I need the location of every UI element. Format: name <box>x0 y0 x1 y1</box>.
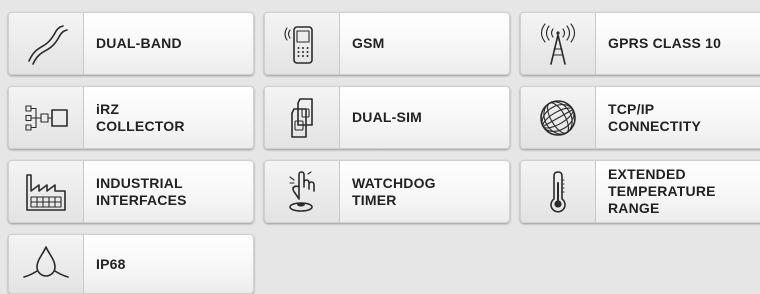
feature-card-dual-band: DUAL-BAND <box>8 12 254 75</box>
water-drop-icon <box>9 235 84 293</box>
feature-label: iRZ COLLECTOR <box>96 100 185 134</box>
feature-label: EXTENDED TEMPERATURE RANGE <box>608 166 716 216</box>
dual-band-curve-icon <box>9 13 84 74</box>
antenna-tower-icon <box>521 13 596 74</box>
feature-label: INDUSTRIAL INTERFACES <box>96 174 187 208</box>
feature-label: WATCHDOG TIMER <box>352 174 436 208</box>
collector-network-icon <box>9 87 84 148</box>
feature-label: TCP/IP CONNECTITY <box>608 100 701 134</box>
feature-label: GPRS CLASS 10 <box>608 35 722 51</box>
feature-card-industrial-interfaces: INDUSTRIAL INTERFACES <box>8 160 254 223</box>
pressing-finger-icon <box>265 161 340 222</box>
feature-label: IP68 <box>96 255 126 272</box>
feature-card-tcp-ip: TCP/IP CONNECTITY <box>520 86 760 149</box>
feature-card-gprs: GPRS CLASS 10 <box>520 12 760 75</box>
feature-card-extended-temperature: EXTENDED TEMPERATURE RANGE <box>520 160 760 223</box>
thermometer-icon <box>521 161 596 222</box>
feature-card-irz-collector: iRZ COLLECTOR <box>8 86 254 149</box>
factory-icon <box>9 161 84 222</box>
feature-grid: DUAL-BAND GSM GPRS CLASS 10 iRZ COLLECTO… <box>0 0 760 294</box>
feature-card-dual-sim: DUAL-SIM <box>264 86 510 149</box>
feature-label: DUAL-SIM <box>352 109 423 125</box>
mobile-phone-icon <box>265 13 340 74</box>
feature-card-ip68: IP68 <box>8 234 254 294</box>
dual-sim-card-icon <box>265 87 340 148</box>
feature-label: DUAL-BAND <box>96 35 182 51</box>
feature-card-watchdog-timer: WATCHDOG TIMER <box>264 160 510 223</box>
feature-label: GSM <box>352 35 385 51</box>
globe-icon <box>521 87 596 148</box>
feature-card-gsm: GSM <box>264 12 510 75</box>
